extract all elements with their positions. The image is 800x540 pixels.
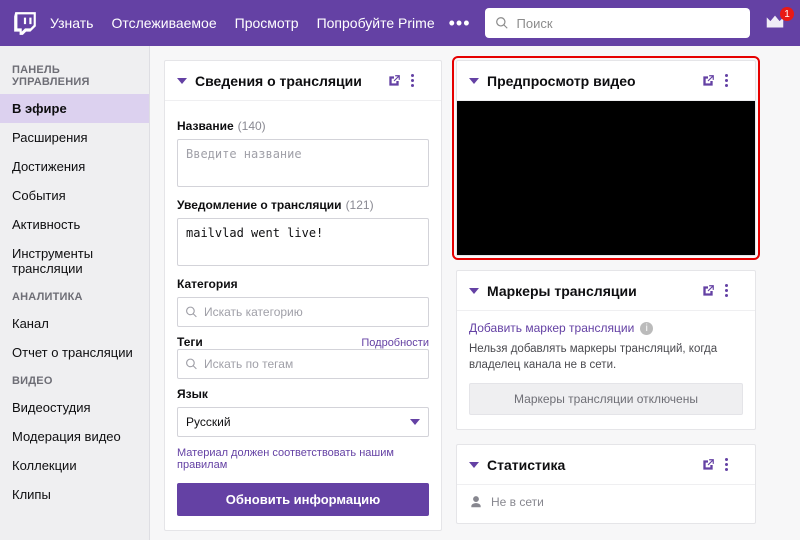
- name-count: (140): [238, 119, 266, 133]
- tags-label: Теги: [177, 335, 203, 349]
- panel-title: Статистика: [487, 457, 691, 473]
- panel-title: Предпросмотр видео: [487, 73, 691, 89]
- sidebar-item-channel[interactable]: Канал: [0, 309, 149, 338]
- panel-title: Маркеры трансляции: [487, 283, 691, 299]
- nav-link-discover[interactable]: Узнать: [50, 15, 93, 31]
- sidebar-item-achievements[interactable]: Достижения: [0, 152, 149, 181]
- popout-icon[interactable]: [699, 74, 717, 88]
- popout-icon[interactable]: [699, 458, 717, 472]
- sidebar-item-events[interactable]: События: [0, 181, 149, 210]
- stat-offline: Не в сети: [491, 495, 544, 509]
- search-input[interactable]: Поиск: [485, 8, 750, 38]
- notification-badge: 1: [780, 7, 794, 21]
- sidebar-item-videostudio[interactable]: Видеостудия: [0, 393, 149, 422]
- tags-input[interactable]: [177, 349, 429, 379]
- chevron-down-icon[interactable]: [177, 78, 187, 84]
- language-select[interactable]: Русский: [177, 407, 429, 437]
- name-label: Название: [177, 119, 234, 133]
- popout-icon[interactable]: [699, 284, 717, 298]
- info-icon[interactable]: i: [640, 322, 653, 335]
- policy-note[interactable]: Материал должен соответствовать нашим пр…: [177, 447, 429, 471]
- sidebar-item-clips[interactable]: Клипы: [0, 480, 149, 509]
- panel-title: Сведения о трансляции: [195, 73, 377, 89]
- sidebar: ПАНЕЛЬ УПРАВЛЕНИЯ В эфире Расширения Дос…: [0, 46, 150, 540]
- search-icon: [495, 16, 509, 30]
- video-preview-area[interactable]: [457, 101, 755, 255]
- sidebar-group-analytics: АНАЛИТИКА: [0, 283, 149, 309]
- search-icon: [185, 358, 198, 371]
- popout-icon[interactable]: [385, 74, 403, 88]
- nav-link-following[interactable]: Отслеживаемое: [111, 15, 216, 31]
- sidebar-item-stream-report[interactable]: Отчет о трансляции: [0, 338, 149, 367]
- add-marker-link[interactable]: Добавить маркер трансляции: [469, 321, 634, 335]
- person-icon: [469, 495, 483, 509]
- more-icon[interactable]: •••: [449, 13, 471, 34]
- notif-count: (121): [346, 198, 374, 212]
- sidebar-group-dashboard: ПАНЕЛЬ УПРАВЛЕНИЯ: [0, 56, 149, 94]
- prime-icon[interactable]: 1: [764, 11, 788, 35]
- statistics-panel: Статистика Не в сети: [456, 444, 756, 524]
- sidebar-item-activity[interactable]: Активность: [0, 210, 149, 239]
- markers-offline-message: Нельзя добавлять маркеры трансляций, ког…: [469, 341, 743, 373]
- nav-link-browse[interactable]: Просмотр: [235, 15, 299, 31]
- notif-label: Уведомление о трансляции: [177, 198, 342, 212]
- top-nav-bar: Узнать Отслеживаемое Просмотр Попробуйте…: [0, 0, 800, 46]
- twitch-logo-icon[interactable]: [12, 10, 38, 36]
- sidebar-item-stream-tools[interactable]: Инструменты трансляции: [0, 239, 149, 283]
- chevron-down-icon[interactable]: [469, 462, 479, 468]
- stream-markers-panel: Маркеры трансляции Добавить маркер транс…: [456, 270, 756, 430]
- more-options-icon[interactable]: [725, 284, 743, 297]
- stream-name-input[interactable]: [177, 139, 429, 187]
- tags-details-link[interactable]: Подробности: [361, 337, 429, 349]
- sidebar-item-extensions[interactable]: Расширения: [0, 123, 149, 152]
- sidebar-item-live[interactable]: В эфире: [0, 94, 149, 123]
- more-options-icon[interactable]: [725, 458, 743, 471]
- sidebar-item-video-moderation[interactable]: Модерация видео: [0, 422, 149, 451]
- search-icon: [185, 306, 198, 319]
- stream-notification-input[interactable]: [177, 218, 429, 266]
- more-options-icon[interactable]: [411, 74, 429, 87]
- category-input[interactable]: [177, 297, 429, 327]
- category-label: Категория: [177, 277, 238, 291]
- chevron-down-icon[interactable]: [469, 288, 479, 294]
- update-info-button[interactable]: Обновить информацию: [177, 483, 429, 516]
- lang-label: Язык: [177, 387, 208, 401]
- video-preview-panel: Предпросмотр видео: [456, 60, 756, 256]
- sidebar-group-video: ВИДЕО: [0, 367, 149, 393]
- nav-link-prime[interactable]: Попробуйте Prime: [317, 15, 435, 31]
- chevron-down-icon[interactable]: [469, 78, 479, 84]
- more-options-icon[interactable]: [725, 74, 743, 87]
- stream-info-panel: Сведения о трансляции Название (140) Увед…: [164, 60, 442, 531]
- search-placeholder: Поиск: [517, 16, 553, 31]
- top-nav-links: Узнать Отслеживаемое Просмотр Попробуйте…: [50, 15, 435, 31]
- sidebar-item-collections[interactable]: Коллекции: [0, 451, 149, 480]
- markers-disabled-button: Маркеры трансляции отключены: [469, 383, 743, 415]
